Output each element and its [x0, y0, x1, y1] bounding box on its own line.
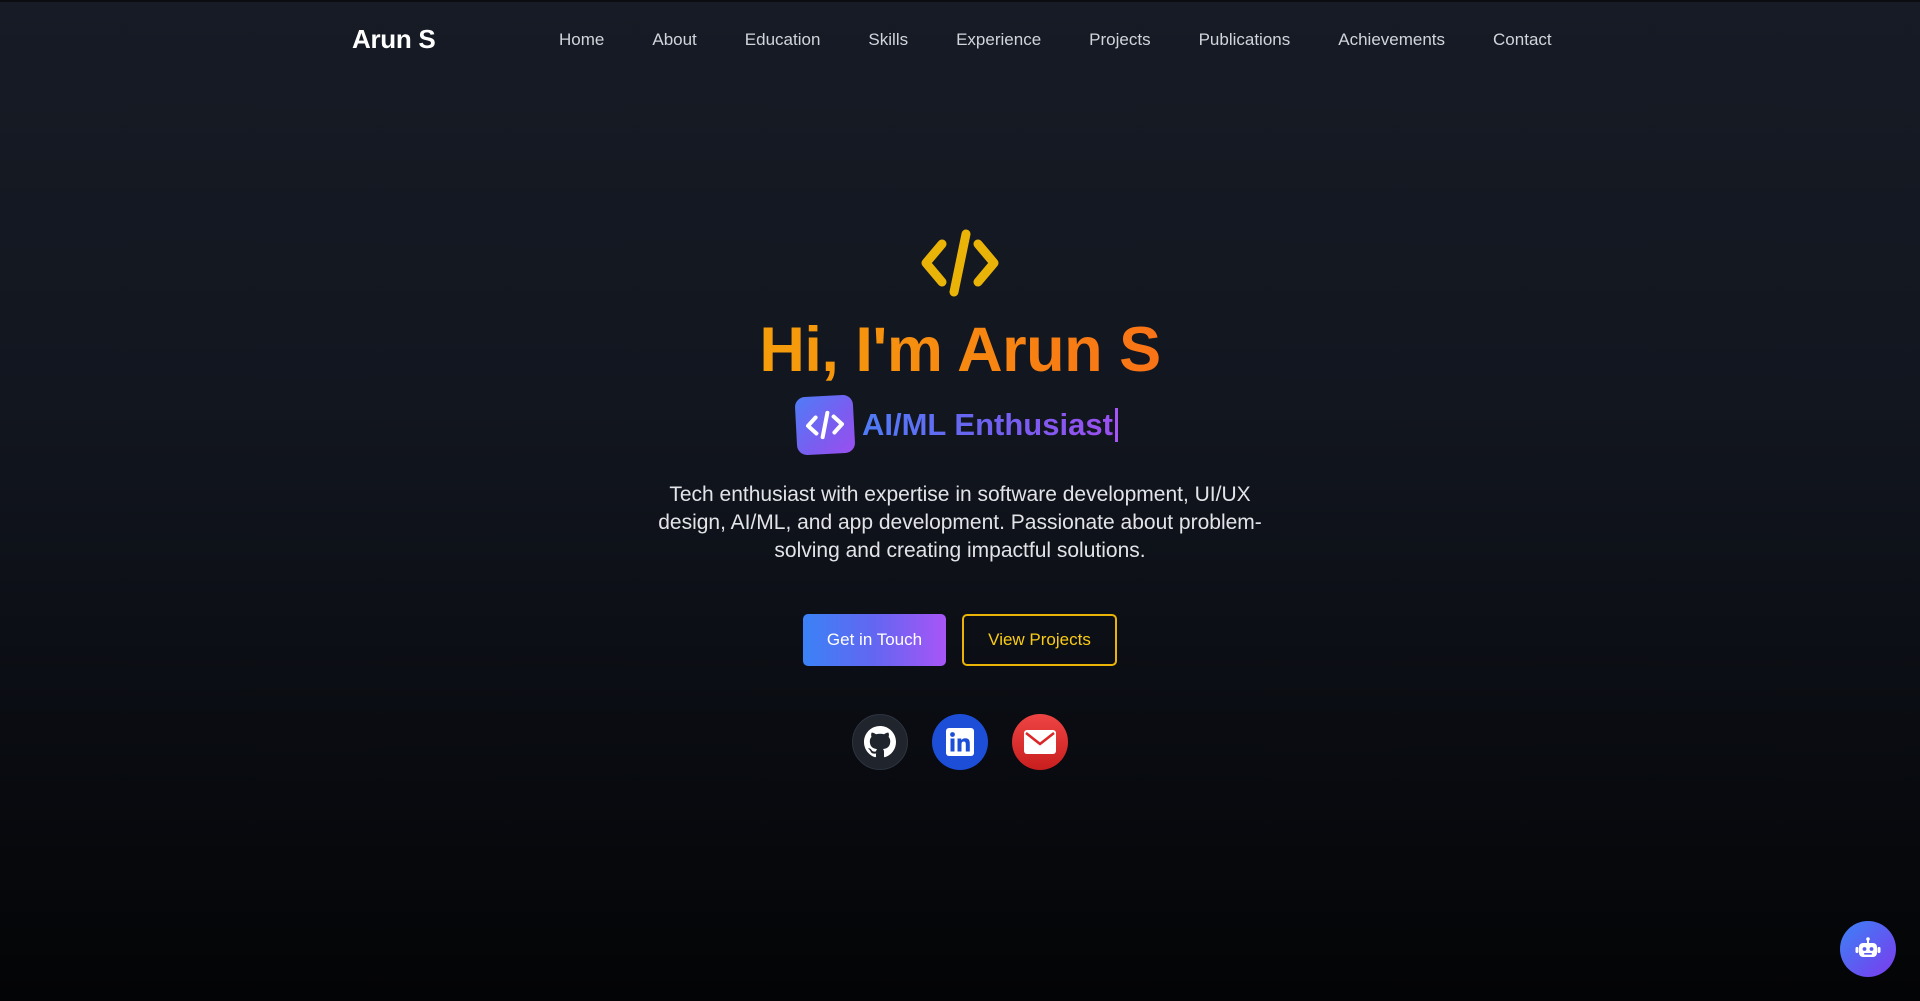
role-code-icon	[794, 394, 856, 456]
email-icon	[1024, 730, 1056, 754]
hero-heading: Hi, I'm Arun S	[759, 315, 1161, 385]
role-typewriter: AI/ML Enthusiast	[794, 394, 1118, 456]
get-in-touch-button[interactable]: Get in Touch	[803, 614, 946, 666]
hero-description: Tech enthusiast with expertise in softwa…	[658, 483, 1262, 562]
typing-caret	[1114, 408, 1118, 442]
chatbot-button[interactable]	[1840, 921, 1896, 977]
hero-section: Hi, I'm Arun S AI/ML Enthusiast Tech ent…	[0, 0, 1920, 1001]
github-link[interactable]	[852, 714, 908, 770]
github-icon	[864, 726, 896, 758]
linkedin-icon	[946, 728, 974, 756]
role-text: AI/ML Enthusiast	[862, 407, 1113, 442]
view-projects-button[interactable]: View Projects	[962, 614, 1117, 666]
robot-icon	[1855, 937, 1881, 957]
email-link[interactable]	[1012, 714, 1068, 770]
code-icon	[921, 229, 999, 297]
linkedin-link[interactable]	[932, 714, 988, 770]
